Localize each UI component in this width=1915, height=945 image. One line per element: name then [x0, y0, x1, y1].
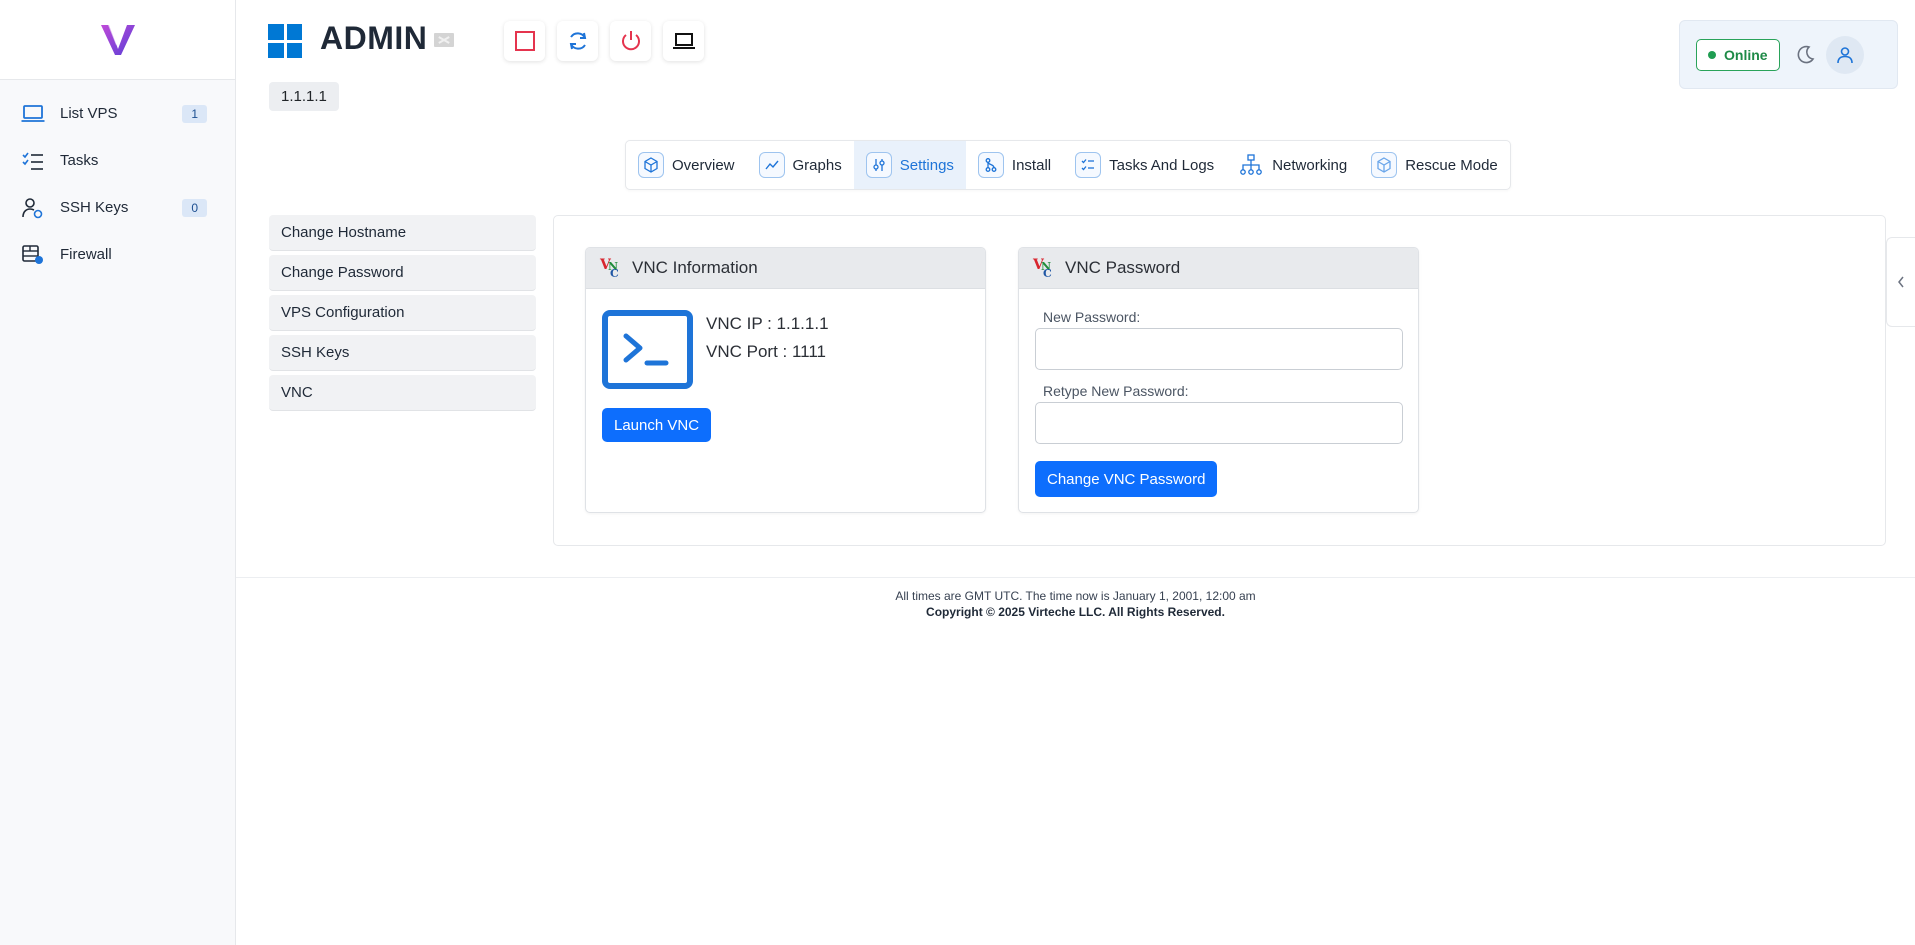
checklist-icon	[1075, 152, 1102, 178]
tab-overview[interactable]: Overview	[626, 141, 747, 189]
cube-icon	[638, 152, 664, 178]
vnc-port: VNC Port : 1111	[706, 342, 826, 361]
sidebar-item-tasks[interactable]: Tasks	[0, 137, 235, 184]
status-badge: Online	[1696, 38, 1780, 71]
new-password-input[interactable]	[1035, 328, 1403, 370]
card-header: VNC VNC Password	[1019, 248, 1418, 289]
sidebar-item-label: Tasks	[60, 152, 99, 169]
vnc-password-card: VNC VNC Password New Password: Retype Ne…	[1018, 247, 1419, 513]
vnc-information-card: VNC VNC Information VNC IP : 1.1.1.1 VNC…	[585, 247, 986, 513]
windows-os-icon	[268, 24, 302, 58]
card-title: VNC Password	[1065, 258, 1181, 277]
vnc-details: VNC IP : 1.1.1.1 VNC Port : 1111	[706, 310, 829, 366]
copyright-text: Copyright © 2025 Virteche LLC. All Right…	[926, 605, 1225, 619]
sidebar-item-label: SSH Keys	[60, 199, 129, 216]
sidebar-item-ssh-keys[interactable]: SSH Keys 0	[0, 184, 235, 231]
tab-graphs[interactable]: Graphs	[747, 141, 854, 189]
menu-item-change-password[interactable]: Change Password	[269, 255, 536, 291]
vps-tabs: Overview Graphs Settings Install Tasks A…	[625, 140, 1511, 190]
ip-address: 1.1.1.1	[269, 82, 339, 111]
stop-icon	[514, 31, 535, 51]
console-button[interactable]	[663, 21, 704, 61]
count-badge: 1	[182, 104, 207, 123]
laptop-icon	[20, 101, 46, 127]
chevron-left-icon	[1898, 276, 1904, 288]
refresh-icon	[569, 32, 586, 50]
tab-label: Graphs	[792, 156, 842, 174]
user-icon	[1836, 46, 1853, 63]
vnc-logo-icon: VNC	[1033, 257, 1052, 280]
card-header: VNC VNC Information	[586, 248, 985, 289]
server-name: ADMIN	[320, 20, 428, 56]
tab-settings[interactable]: Settings	[853, 141, 966, 189]
user-key-icon	[20, 195, 46, 221]
menu-item-vnc[interactable]: VNC	[269, 375, 536, 411]
brand-logo[interactable]	[0, 0, 235, 80]
sidebar-nav: List VPS 1 Tasks SSH Keys 0 Firewall	[0, 80, 235, 278]
tab-label: Networking	[1272, 156, 1348, 174]
menu-item-vps-configuration[interactable]: VPS Configuration	[269, 295, 536, 331]
retype-password-label: Retype New Password:	[1043, 383, 1189, 399]
terminal-icon	[602, 310, 693, 389]
tab-networking[interactable]: Networking	[1226, 141, 1359, 189]
network-icon	[1238, 152, 1264, 178]
user-menu-button[interactable]	[1825, 35, 1864, 74]
change-vnc-password-button[interactable]: Change VNC Password	[1035, 461, 1218, 497]
tab-rescue-mode[interactable]: Rescue Mode	[1359, 141, 1510, 189]
power-icon	[621, 31, 640, 51]
sidebar-item-firewall[interactable]: Firewall	[0, 231, 235, 278]
menu-item-ssh-keys[interactable]: SSH Keys	[269, 335, 536, 371]
header: ADMIN 1.1.1.1 Online	[236, 0, 1915, 130]
status-dot	[1708, 50, 1716, 59]
tab-label: Rescue Mode	[1405, 156, 1498, 174]
status-text: Online	[1724, 46, 1768, 63]
power-controls	[504, 21, 704, 61]
launch-vnc-button[interactable]: Launch VNC	[602, 408, 712, 442]
vnc-ip: VNC IP : 1.1.1.1	[706, 314, 829, 333]
count-badge: 0	[182, 198, 207, 217]
sidebar: List VPS 1 Tasks SSH Keys 0 Firewall	[0, 0, 236, 945]
tab-label: Install	[1011, 156, 1052, 174]
tab-label: Overview	[672, 156, 735, 174]
sidebar-item-label: Firewall	[60, 246, 112, 263]
power-off-button[interactable]	[610, 21, 651, 61]
menu-item-change-hostname[interactable]: Change Hostname	[269, 215, 536, 251]
status-panel: Online	[1679, 20, 1898, 89]
rescue-cube-icon	[1371, 152, 1398, 178]
brand-logo-icon	[100, 24, 135, 55]
tab-label: Settings	[899, 156, 954, 174]
sidebar-item-label: List VPS	[60, 105, 118, 122]
sliders-icon	[865, 152, 892, 178]
task-list-icon	[20, 148, 46, 174]
card-title: VNC Information	[632, 258, 758, 277]
tab-label: Tasks And Logs	[1109, 156, 1215, 174]
git-branch-icon	[977, 152, 1004, 178]
tab-tasks-and-logs[interactable]: Tasks And Logs	[1063, 141, 1226, 189]
footer: All times are GMT UTC. The time now is J…	[236, 577, 1915, 620]
flag-icon	[434, 33, 454, 47]
line-chart-icon	[758, 152, 785, 178]
dark-mode-toggle[interactable]	[1794, 44, 1816, 66]
tab-install[interactable]: Install	[966, 141, 1063, 189]
restart-button[interactable]	[557, 21, 598, 61]
firewall-icon	[20, 242, 46, 268]
sidebar-item-list-vps[interactable]: List VPS 1	[0, 90, 235, 137]
moon-icon	[1797, 45, 1814, 63]
vnc-logo-icon: VNC	[600, 257, 619, 280]
new-password-label: New Password:	[1043, 309, 1141, 325]
server-time-text: All times are GMT UTC. The time now is J…	[895, 589, 1256, 603]
retype-password-input[interactable]	[1035, 402, 1403, 444]
collapse-panel-button[interactable]	[1886, 237, 1915, 327]
stop-button[interactable]	[504, 21, 545, 61]
settings-menu: Change Hostname Change Password VPS Conf…	[269, 215, 536, 415]
laptop-icon	[672, 33, 695, 49]
